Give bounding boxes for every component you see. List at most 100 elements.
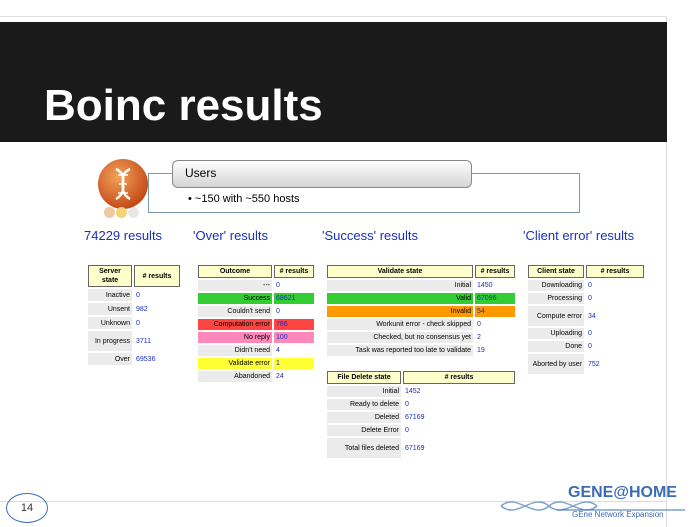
row-label: Aborted by user [528, 354, 584, 374]
table-row: Checked, but no consensus yet 2 [327, 332, 515, 343]
table-row: Downloading 0 [528, 280, 644, 291]
table-row: Delete Error 0 [327, 425, 515, 436]
row-value: 0 [588, 295, 592, 302]
row-value: 68621 [274, 293, 314, 304]
row-value: 0 [405, 401, 409, 408]
table-row: Unknown 0 [88, 317, 180, 329]
row-label: Processing [528, 293, 584, 304]
row-label: Success [198, 293, 272, 304]
slide-title: Boinc results [44, 81, 323, 130]
table-header: # results [274, 265, 314, 278]
logo-dot-icon [104, 207, 115, 218]
row-value: 69536 [136, 355, 156, 363]
row-value: 1450 [477, 282, 493, 289]
row-label: Uploading [528, 328, 584, 339]
row-value: 3711 [136, 337, 152, 345]
table-row: Inactive 0 [88, 289, 180, 301]
row-label: Couldn't send [198, 306, 272, 317]
table-row: Aborted by user 752 [528, 354, 644, 374]
row-value: 786 [274, 319, 314, 330]
row-label: Validate error [198, 358, 272, 369]
row-value: 0 [588, 343, 592, 350]
row-label: Unknown [88, 317, 132, 329]
table-header: Client state [528, 265, 584, 278]
dna-logo-icon [98, 159, 148, 209]
row-label: Over [88, 353, 132, 365]
brand-tagline: GEne Network Expansion [572, 510, 664, 519]
section-total-results: 74229 results [84, 228, 163, 243]
table-row: Initial 1452 [327, 386, 515, 397]
table-row: Compute error 34 [528, 306, 644, 326]
row-value: 19 [477, 347, 485, 354]
table-header: # results [586, 265, 644, 278]
row-value: 4 [276, 347, 280, 354]
table-row: No reply 100 [198, 332, 314, 343]
row-label: Computation error [198, 319, 272, 330]
row-value: 0 [276, 282, 280, 289]
row-value: 54 [475, 306, 515, 317]
row-label: Total files deleted [327, 438, 401, 458]
row-value: 1 [274, 358, 314, 369]
slide-top-rule [0, 16, 667, 17]
row-label: --- [198, 280, 272, 291]
brand-name: GENE@HOME [568, 484, 677, 501]
row-label: Task was reported too late to validate [327, 345, 473, 356]
row-value: 0 [588, 282, 592, 289]
users-bullet-text: ~150 with ~550 hosts [194, 193, 300, 205]
row-value: 982 [136, 305, 148, 313]
row-value: 67169 [405, 414, 425, 421]
logo-dot-icon [116, 207, 127, 218]
table-row: Invalid 54 [327, 306, 515, 317]
table-row: Processing 0 [528, 293, 644, 304]
table-row: In progress 3711 [88, 331, 180, 351]
row-label: Compute error [528, 306, 584, 326]
row-value: 0 [276, 308, 280, 315]
table-row: Validate error 1 [198, 358, 314, 369]
row-label: Initial [327, 280, 473, 291]
table-row: Didn't need 4 [198, 345, 314, 356]
row-label: Checked, but no consensus yet [327, 332, 473, 343]
row-value: 100 [274, 332, 314, 343]
row-label: Ready to delete [327, 399, 401, 410]
row-label: Inactive [88, 289, 132, 301]
row-label: Downloading [528, 280, 584, 291]
validate-state-table: Validate state # results Initial 1450 Vali… [325, 263, 517, 358]
table-row: Unsent 982 [88, 303, 180, 315]
section-success-results: 'Success' results [322, 228, 418, 243]
dna-helix-icon [115, 167, 131, 201]
table-row: Couldn't send 0 [198, 306, 314, 317]
row-label: Valid [327, 293, 473, 304]
table-row: Computation error 786 [198, 319, 314, 330]
file-delete-state-table: File Delete state # results Initial 1452 R… [325, 369, 517, 460]
row-label: Initial [327, 386, 401, 397]
table-header: # results [475, 265, 515, 278]
table-header: # results [134, 265, 180, 287]
table-row: Ready to delete 0 [327, 399, 515, 410]
section-over-results: 'Over' results [193, 228, 269, 243]
row-value: 1452 [405, 388, 421, 395]
table-row: Total files deleted 67169 [327, 438, 515, 458]
table-row: Abandoned 24 [198, 371, 314, 382]
row-label: Invalid [327, 306, 473, 317]
row-value: 34 [588, 312, 596, 320]
row-label: Unsent [88, 303, 132, 315]
section-client-error-results: 'Client error' results [523, 228, 635, 243]
row-label: In progress [88, 331, 132, 351]
row-value: 0 [136, 319, 140, 327]
server-state-table: Server state # results Inactive 0 Unsent 98… [86, 263, 182, 367]
row-value: 0 [136, 291, 140, 299]
row-value: 67169 [405, 444, 425, 452]
row-label: Delete Error [327, 425, 401, 436]
table-header: Server state [88, 265, 132, 287]
users-heading: Users [185, 166, 217, 180]
outcome-table: Outcome # results --- 0 Success 68621 Couldn… [196, 263, 316, 384]
row-label: Abandoned [198, 371, 272, 382]
row-label: Workunit error - check skipped [327, 319, 473, 330]
row-label: Done [528, 341, 584, 352]
client-state-table: Client state # results Downloading 0 Proce… [526, 263, 646, 376]
table-header: Outcome [198, 265, 272, 278]
row-value: 67096 [475, 293, 515, 304]
row-label: No reply [198, 332, 272, 343]
table-row: Success 68621 [198, 293, 314, 304]
table-row: Uploading 0 [528, 328, 644, 339]
